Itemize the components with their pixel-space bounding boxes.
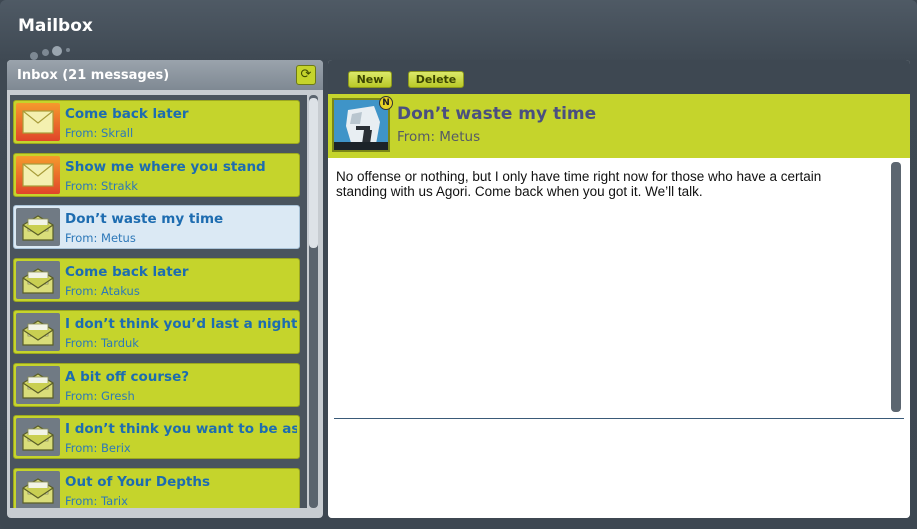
envelope-icon — [16, 470, 60, 508]
envelope-svg — [22, 372, 54, 399]
message-list-item[interactable]: A bit off course? From: Gresh — [13, 362, 300, 407]
message-list-item[interactable]: Out of Your Depths From: Tarix — [13, 467, 300, 508]
message-list-sender: From: Tarduk — [65, 336, 139, 350]
message-list-item[interactable]: I don’t think you’d last a night in th Fr… — [13, 310, 300, 354]
envelope-icon — [16, 103, 60, 141]
message-list-sender: From: Gresh — [65, 388, 135, 403]
envelope-svg — [22, 425, 54, 451]
message-list-sender: From: Metus — [65, 231, 136, 245]
envelope-icon — [16, 155, 60, 194]
message-sender: From: Metus — [397, 129, 481, 145]
dot — [42, 49, 49, 56]
dot — [52, 46, 62, 56]
message-list-subject: Show me where you stand — [65, 158, 266, 175]
dot — [66, 48, 70, 52]
envelope-svg — [22, 215, 54, 241]
message-list-sender: From: Skrall — [65, 126, 134, 140]
envelope-icon — [16, 313, 60, 351]
envelope-icon — [16, 208, 60, 246]
delete-button[interactable]: Delete — [408, 71, 464, 88]
envelope-icon — [16, 260, 60, 299]
message-subject: Don’t waste my time — [397, 104, 597, 124]
inbox-scrollbar[interactable] — [309, 95, 318, 508]
refresh-button[interactable]: ⟳ — [296, 65, 316, 85]
message-list-subject: A bit off course? — [65, 368, 190, 385]
message-list-item[interactable]: Don’t waste my time From: Metus — [13, 205, 300, 249]
refresh-icon: ⟳ — [300, 67, 312, 82]
envelope-svg — [22, 267, 54, 294]
mailbox-window: Mailbox Inbox (21 messages) ⟳ Come back … — [0, 0, 917, 529]
message-list-item[interactable]: Come back later From: Atakus — [13, 257, 300, 302]
envelope-svg — [22, 320, 54, 346]
message-list-subject: I don’t think you want to be associ — [65, 421, 297, 437]
envelope-svg — [22, 477, 54, 504]
inbox-panel: Inbox (21 messages) ⟳ Come back later Fro… — [7, 60, 323, 518]
inbox-header: Inbox (21 messages) ⟳ — [7, 60, 323, 90]
message-header: N Don’t waste my time From: Metus — [328, 94, 910, 158]
envelope-svg — [22, 162, 54, 187]
envelope-svg — [22, 110, 54, 134]
message-list-subject: Out of Your Depths — [65, 473, 210, 490]
new-badge-icon: N — [379, 96, 393, 110]
message-scrollbar-thumb[interactable] — [891, 162, 901, 412]
envelope-icon — [16, 365, 60, 404]
message-list-sender: From: Atakus — [65, 283, 140, 298]
message-list-sender: From: Tarix — [65, 493, 128, 508]
message-scrollbar[interactable] — [891, 162, 901, 412]
window-title: Mailbox — [18, 16, 93, 36]
message-list-sender: From: Berix — [65, 441, 131, 455]
message-list-sender: From: Strakk — [65, 178, 138, 193]
message-list-subject: Come back later — [65, 106, 189, 122]
inbox-title: Inbox (21 messages) — [17, 68, 170, 83]
message-list-item[interactable]: Come back later From: Skrall — [13, 100, 300, 144]
reading-panel: New Delete N Don’t waste my time From: M… — [328, 60, 910, 518]
message-body-area: No offense or nothing, but I only have t… — [328, 158, 910, 518]
message-list[interactable]: Come back later From: Skrall Show me where… — [10, 95, 307, 508]
message-list-subject: Come back later — [65, 263, 189, 280]
message-list-item[interactable]: I don’t think you want to be associ From:… — [13, 415, 300, 459]
new-button[interactable]: New — [348, 71, 392, 88]
inbox-scrollbar-thumb[interactable] — [309, 98, 318, 248]
message-body: No offense or nothing, but I only have t… — [336, 169, 822, 199]
message-list-item[interactable]: Show me where you stand From: Strakk — [13, 152, 300, 197]
reply-divider — [334, 418, 904, 419]
message-list-subject: I don’t think you’d last a night in th — [65, 316, 297, 332]
dot — [30, 52, 38, 60]
message-list-subject: Don’t waste my time — [65, 211, 224, 227]
toolbar: New Delete — [328, 60, 910, 94]
envelope-icon — [16, 418, 60, 456]
